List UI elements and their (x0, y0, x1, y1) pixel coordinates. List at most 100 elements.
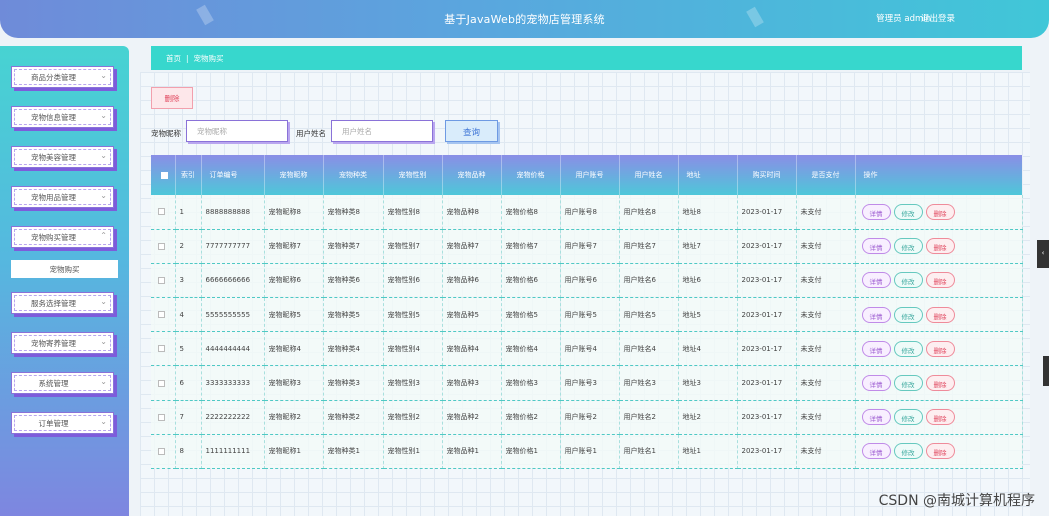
row-checkbox[interactable] (158, 345, 165, 353)
row-checkbox[interactable] (158, 242, 165, 250)
delete-button[interactable]: 删除 (925, 272, 955, 289)
table-cell: 未支付 (796, 297, 856, 333)
table-cell: 2023-01-17 (737, 400, 797, 435)
table-cell: 宠物品种6 (442, 263, 502, 299)
table-cell: 地址6 (678, 263, 738, 299)
table-cell: 用户姓名8 (619, 195, 679, 230)
bulk-delete-button[interactable]: 删除 (151, 87, 193, 109)
edit-button[interactable]: 修改 (893, 272, 923, 289)
table-cell: 用户姓名4 (619, 331, 679, 367)
chevron-down-icon: ⌄ (100, 71, 107, 80)
actions-cell: 详情 修改 删除 (855, 434, 1023, 470)
edit-button[interactable]: 修改 (893, 238, 923, 255)
column-header: 用户姓名 (619, 155, 679, 195)
detail-button[interactable]: 详情 (861, 340, 891, 357)
delete-button[interactable]: 删除 (925, 203, 955, 220)
table-cell: 地址8 (678, 195, 738, 230)
detail-button[interactable]: 详情 (861, 238, 891, 255)
logout-link[interactable]: 退出登录 (921, 12, 955, 24)
actions-cell: 详情 修改 删除 (855, 229, 1023, 264)
row-checkbox[interactable] (158, 311, 165, 319)
detail-button[interactable]: 详情 (861, 306, 891, 323)
edit-button[interactable]: 修改 (893, 443, 923, 460)
sidebar-item-supplies[interactable]: 宠物用品管理 ⌄ (11, 186, 114, 208)
row-checkbox[interactable] (158, 447, 165, 455)
edit-button[interactable]: 修改 (893, 306, 923, 323)
side-edge-handle[interactable] (1043, 356, 1049, 386)
column-header: 操作 (855, 155, 1023, 195)
table-cell: 未支付 (796, 195, 856, 230)
sidebar-item-purchase[interactable]: 宠物购买管理 ⌃ (11, 226, 114, 248)
sidebar-item-system[interactable]: 系统管理 ⌄ (11, 372, 114, 394)
table-cell: 宠物昵称6 (264, 263, 324, 299)
select-all-checkbox[interactable] (160, 171, 168, 179)
table-cell: 宠物品种5 (442, 297, 502, 333)
pet-name-input[interactable] (186, 120, 288, 142)
delete-button[interactable]: 删除 (925, 238, 955, 255)
table-cell: 宠物价格3 (501, 365, 561, 401)
top-header: 基于JavaWeb的宠物店管理系统 管理员 admin 退出登录 (0, 0, 1049, 38)
edit-button[interactable]: 修改 (893, 375, 923, 392)
edit-button[interactable]: 修改 (893, 203, 923, 220)
search-button[interactable]: 查询 (445, 120, 498, 142)
table-cell: 宠物昵称4 (264, 331, 324, 367)
chevron-up-icon: ⌃ (100, 231, 107, 240)
row-checkbox[interactable] (158, 208, 165, 216)
delete-button[interactable]: 删除 (925, 306, 955, 323)
sidebar-item-category[interactable]: 商品分类管理 ⌄ (11, 66, 114, 88)
detail-button[interactable]: 详情 (861, 272, 891, 289)
purchase-table: 索引 订单编号 宠物昵称 宠物种类 宠物性别 宠物品种 宠物价格 用户账号 用户… (151, 155, 1023, 470)
chevron-down-icon: ⌄ (100, 297, 107, 306)
table-cell: 2023-01-17 (737, 195, 797, 230)
table-cell: 宠物价格7 (501, 229, 561, 264)
row-checkbox[interactable] (158, 379, 165, 387)
table-cell: 用户姓名5 (619, 297, 679, 333)
table-cell: 宠物种类4 (323, 331, 384, 367)
row-checkbox[interactable] (158, 413, 165, 421)
table-cell: 宠物昵称8 (264, 195, 324, 230)
side-collapse-tab[interactable]: ‹ (1037, 240, 1049, 268)
table-cell: 3 (175, 263, 202, 299)
sidebar-item-orders[interactable]: 订单管理 ⌄ (11, 412, 114, 434)
table-cell: 宠物价格8 (501, 195, 561, 230)
table-cell: 用户账号4 (560, 331, 620, 367)
table-cell: 宠物性别1 (383, 434, 443, 470)
table-cell: 2023-01-17 (737, 331, 797, 367)
table-cell: 宠物品种7 (442, 229, 502, 264)
row-select-cell (151, 263, 176, 299)
chevron-down-icon: ⌄ (100, 337, 107, 346)
sidebar-item-label: 订单管理 (38, 419, 69, 428)
edit-button[interactable]: 修改 (893, 409, 923, 426)
table-row: 2 7777777777 宠物昵称7 宠物种类7 宠物性别7 宠物品种7 宠物价格7 用户账号… (151, 229, 1023, 264)
sidebar-item-service[interactable]: 服务选择管理 ⌄ (11, 292, 114, 314)
delete-button[interactable]: 删除 (925, 443, 955, 460)
detail-button[interactable]: 详情 (861, 443, 891, 460)
table-cell: 未支付 (796, 400, 856, 435)
edit-button[interactable]: 修改 (893, 340, 923, 357)
breadcrumb-home[interactable]: 首页 (166, 54, 181, 63)
row-checkbox[interactable] (158, 276, 165, 284)
table-cell: 宠物种类8 (323, 195, 384, 230)
row-select-cell (151, 229, 176, 264)
table-cell: 宠物性别2 (383, 400, 443, 435)
column-header: 地址 (678, 155, 738, 195)
detail-button[interactable]: 详情 (861, 409, 891, 426)
table-cell: 用户姓名6 (619, 263, 679, 299)
table-cell: 宠物品种3 (442, 365, 502, 401)
sidebar-item-grooming[interactable]: 宠物美容管理 ⌄ (11, 146, 114, 168)
detail-button[interactable]: 详情 (861, 375, 891, 392)
table-cell: 4444444444 (201, 331, 265, 367)
delete-button[interactable]: 删除 (925, 340, 955, 357)
detail-button[interactable]: 详情 (861, 203, 891, 220)
sidebar-item-boarding[interactable]: 宠物寄养管理 ⌄ (11, 332, 114, 354)
delete-button[interactable]: 删除 (925, 375, 955, 392)
delete-button[interactable]: 删除 (925, 409, 955, 426)
table-cell: 宠物性别7 (383, 229, 443, 264)
table-cell: 宠物昵称5 (264, 297, 324, 333)
column-header: 索引 (175, 155, 202, 195)
user-name-input[interactable] (331, 120, 433, 142)
submenu-item-pet-purchase[interactable]: 宠物购买 (11, 260, 118, 278)
sidebar-item-label: 宠物寄养管理 (31, 339, 76, 348)
sidebar-item-pet-info[interactable]: 宠物信息管理 ⌄ (11, 106, 114, 128)
chevron-down-icon: ⌄ (100, 417, 107, 426)
